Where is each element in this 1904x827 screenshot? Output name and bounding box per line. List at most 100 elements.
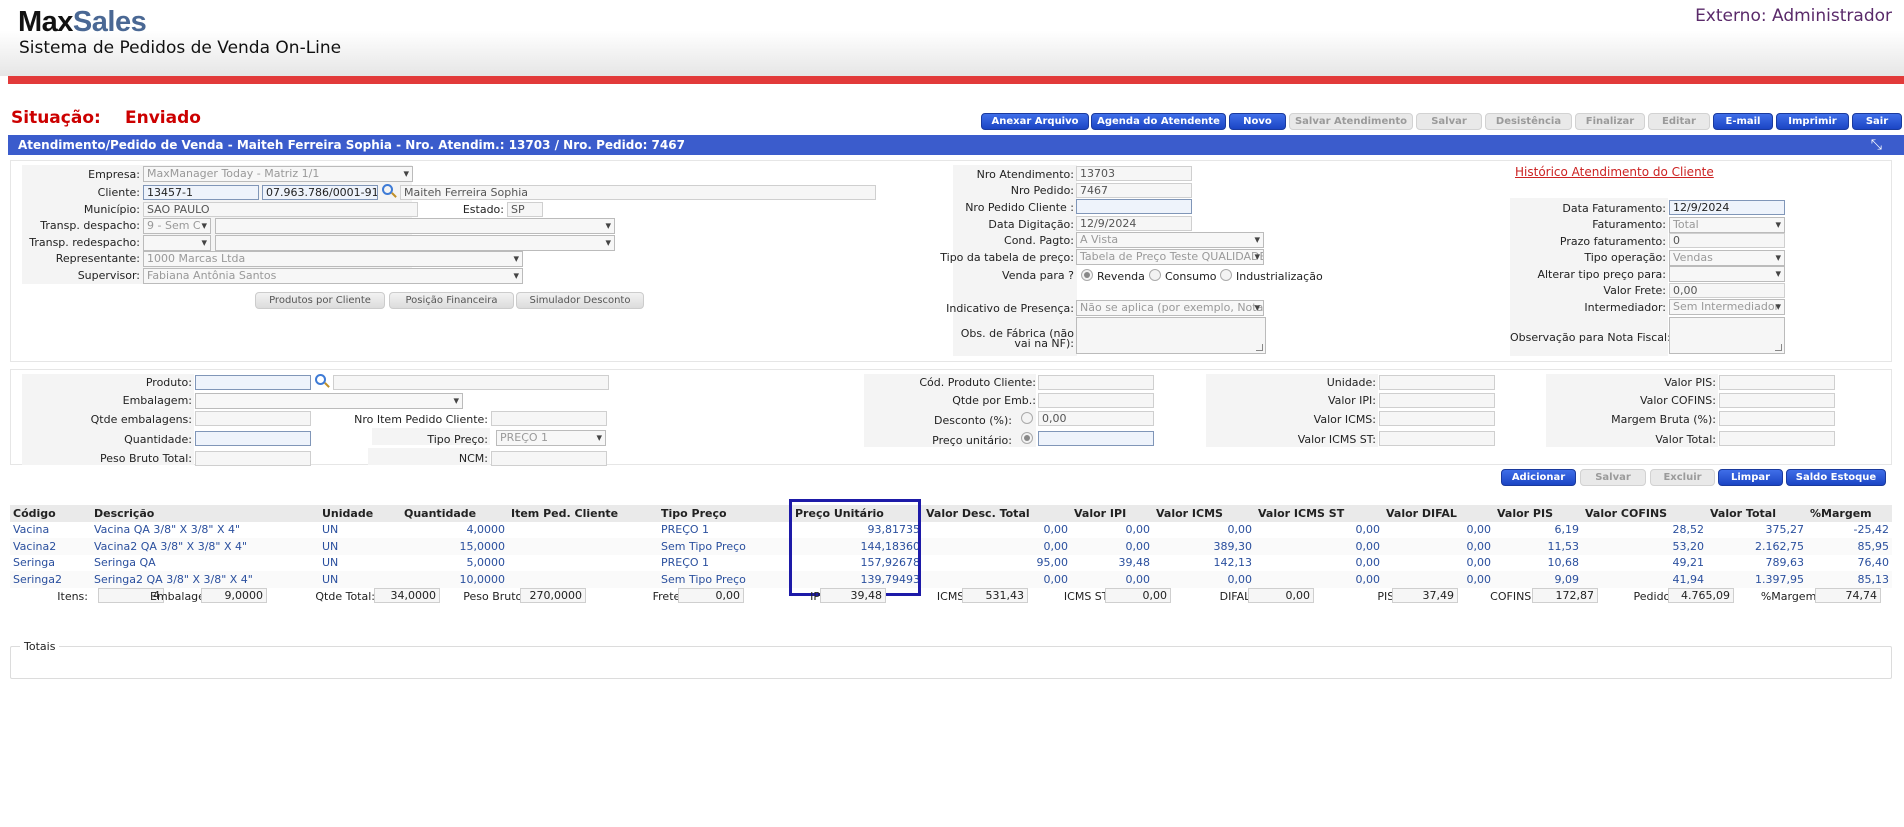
table-row[interactable]: Seringa Seringa QA UN 5,0000 PREÇO 1 157,9267… xyxy=(10,555,1892,572)
col-valor-desc-total[interactable]: Valor Desc. Total xyxy=(923,505,1071,522)
alterar-tipo-preco-select[interactable] xyxy=(1669,266,1785,283)
estado-field[interactable]: SP xyxy=(507,201,543,217)
venda-revenda-label: Revenda xyxy=(1097,270,1145,284)
quantidade-field[interactable] xyxy=(195,430,311,446)
col-quantidade[interactable]: Quantidade xyxy=(401,505,508,522)
table-cell[interactable]: Seringa xyxy=(10,555,91,572)
produto-field[interactable] xyxy=(195,375,311,391)
preco-unitario-field[interactable] xyxy=(1038,430,1154,446)
intermediador-select[interactable]: Sem Intermediador xyxy=(1669,299,1785,316)
transp-despacho-name-select[interactable] xyxy=(215,218,615,235)
preco-unitario-radio[interactable] xyxy=(1021,431,1033,444)
venda-consumo-radio[interactable] xyxy=(1149,268,1161,281)
add-item-button[interactable]: Adicionar xyxy=(1501,468,1576,486)
table-cell: 375,27 xyxy=(1765,523,1805,537)
municipio-field[interactable]: SAO PAULO xyxy=(143,201,418,217)
col-codigo[interactable]: Código xyxy=(10,505,91,522)
transp-redespacho-name-select[interactable] xyxy=(215,234,615,251)
tipo-tabela-select[interactable]: Tabela de Preço Teste QUALIDADE xyxy=(1076,248,1264,265)
tipo-operacao-select[interactable]: Vendas xyxy=(1669,249,1785,266)
venda-industrializacao-radio[interactable] xyxy=(1220,268,1232,281)
table-row[interactable]: Vacina Vacina QA 3/8" X 3/8" X 4" UN 4,0000… xyxy=(10,522,1892,539)
historico-atendimento-link[interactable]: Histórico Atendimento do Cliente xyxy=(1515,165,1714,179)
desconto-field[interactable]: 0,00 xyxy=(1038,411,1154,427)
discount-simulator-button[interactable]: Simulador Desconto xyxy=(516,292,644,309)
obs-fabrica-textarea[interactable] xyxy=(1076,316,1266,354)
desconto-radio[interactable] xyxy=(1021,411,1033,424)
col-margem[interactable]: %Margem xyxy=(1807,505,1892,522)
table-cell[interactable]: Vacina xyxy=(10,522,91,539)
col-valor-pis[interactable]: Valor PIS xyxy=(1494,505,1582,522)
cliente-cnpj-field[interactable]: 07.963.786/0001-91 xyxy=(262,185,378,201)
alterar-tipo-preco-label: Alterar tipo preço para: xyxy=(1537,267,1666,281)
supervisor-select[interactable]: Fabiana Antônia Santos xyxy=(143,267,523,284)
edit-button[interactable]: Editar xyxy=(1648,113,1710,130)
venda-revenda-radio[interactable] xyxy=(1081,268,1093,281)
attendant-agenda-button[interactable]: Agenda do Atendente xyxy=(1091,113,1226,130)
cond-pagto-select[interactable]: A Vista xyxy=(1076,232,1264,249)
col-valor-icms-st[interactable]: Valor ICMS ST xyxy=(1255,505,1383,522)
faturamento-select[interactable]: Total xyxy=(1669,216,1785,233)
cliente-code-field[interactable]: 13457-1 xyxy=(143,185,259,201)
col-item-ped-cliente[interactable]: Item Ped. Cliente xyxy=(508,505,658,522)
table-cell: 0,00 xyxy=(1071,571,1153,588)
data-faturamento-field[interactable]: 12/9/2024 xyxy=(1669,200,1785,216)
exit-button[interactable]: Sair xyxy=(1852,113,1902,130)
search-client-icon[interactable] xyxy=(382,184,393,196)
embalagem-select[interactable] xyxy=(195,392,463,409)
col-valor-difal[interactable]: Valor DIFAL xyxy=(1383,505,1494,522)
nro-pedido-cliente-field[interactable] xyxy=(1076,199,1192,215)
save-attendance-button[interactable]: Salvar Atendimento xyxy=(1289,113,1413,130)
save-button[interactable]: Salvar xyxy=(1416,113,1482,130)
table-cell[interactable]: Seringa2 xyxy=(10,571,91,588)
table-cell: 0,00 xyxy=(1255,571,1383,588)
cond-pagto-label: Cond. Pagto: xyxy=(1004,234,1074,248)
new-button[interactable]: Novo xyxy=(1229,113,1286,130)
financial-position-button[interactable]: Posição Financeira xyxy=(389,292,514,309)
tipo-preco-select[interactable]: PREÇO 1 xyxy=(496,430,606,447)
save-item-button[interactable]: Salvar xyxy=(1580,468,1646,486)
table-cell: 0,00 xyxy=(1255,538,1383,555)
table-row[interactable]: Seringa2 Seringa2 QA 3/8" X 3/8" X 4" UN 10… xyxy=(10,571,1892,588)
stock-balance-button[interactable]: Saldo Estoque xyxy=(1786,468,1886,486)
qtde-embalagens-field[interactable] xyxy=(195,411,311,427)
valor-pis-label: Valor PIS: xyxy=(1664,376,1716,390)
total-value: 37,49 xyxy=(1392,588,1458,604)
attach-file-button[interactable]: Anexar Arquivo xyxy=(981,113,1089,130)
produto-name-field[interactable] xyxy=(333,375,609,391)
prazo-faturamento-field[interactable]: 0 xyxy=(1669,233,1785,249)
cliente-name-field[interactable]: Maiteh Ferreira Sophia xyxy=(400,185,876,201)
transp-despacho-select[interactable]: 9 - Sem C xyxy=(143,218,211,235)
col-valor-cofins[interactable]: Valor COFINS xyxy=(1582,505,1707,522)
representante-select[interactable]: 1000 Marcas Ltda xyxy=(143,251,523,268)
clear-item-button[interactable]: Limpar xyxy=(1718,468,1783,486)
give-up-button[interactable]: Desistência xyxy=(1485,113,1572,130)
nro-item-pedido-cliente-field[interactable] xyxy=(491,411,607,427)
col-descricao[interactable]: Descrição xyxy=(91,505,319,522)
expand-icon[interactable]: ⤡ xyxy=(1871,138,1882,152)
valor-icms-label: Valor ICMS: xyxy=(1313,412,1376,426)
products-by-client-button[interactable]: Produtos por Cliente xyxy=(255,292,385,309)
col-valor-total[interactable]: Valor Total xyxy=(1707,505,1807,522)
search-product-icon[interactable] xyxy=(315,373,326,385)
print-button[interactable]: Imprimir xyxy=(1776,113,1849,130)
col-tipo-preco[interactable]: Tipo Preço xyxy=(658,505,792,522)
col-valor-ipi[interactable]: Valor IPI xyxy=(1071,505,1153,522)
valor-frete-field[interactable]: 0,00 xyxy=(1669,282,1785,298)
empresa-select[interactable]: MaxManager Today - Matriz 1/1 xyxy=(143,166,413,183)
indicativo-presenca-select[interactable]: Não se aplica (por exemplo, Nota xyxy=(1076,300,1264,317)
obs-nota-fiscal-textarea[interactable] xyxy=(1669,316,1785,354)
estado-label: Estado: xyxy=(462,202,504,216)
col-unidade[interactable]: Unidade xyxy=(319,505,401,522)
cod-produto-cliente-field[interactable] xyxy=(1038,375,1154,391)
delete-item-button[interactable]: Excluir xyxy=(1650,468,1715,486)
total-label: ICMS ST: xyxy=(1063,589,1111,603)
transp-redespacho-select[interactable] xyxy=(143,234,211,251)
nro-atendimento-field: 13703 xyxy=(1076,166,1192,182)
embalagem-label: Embalagem: xyxy=(122,394,192,408)
table-cell[interactable]: Vacina2 xyxy=(10,538,91,555)
col-valor-icms[interactable]: Valor ICMS xyxy=(1153,505,1255,522)
finalize-button[interactable]: Finalizar xyxy=(1575,113,1645,130)
table-row[interactable]: Vacina2 Vacina2 QA 3/8" X 3/8" X 4" UN 15,0… xyxy=(10,538,1892,555)
email-button[interactable]: E-mail xyxy=(1713,113,1773,130)
